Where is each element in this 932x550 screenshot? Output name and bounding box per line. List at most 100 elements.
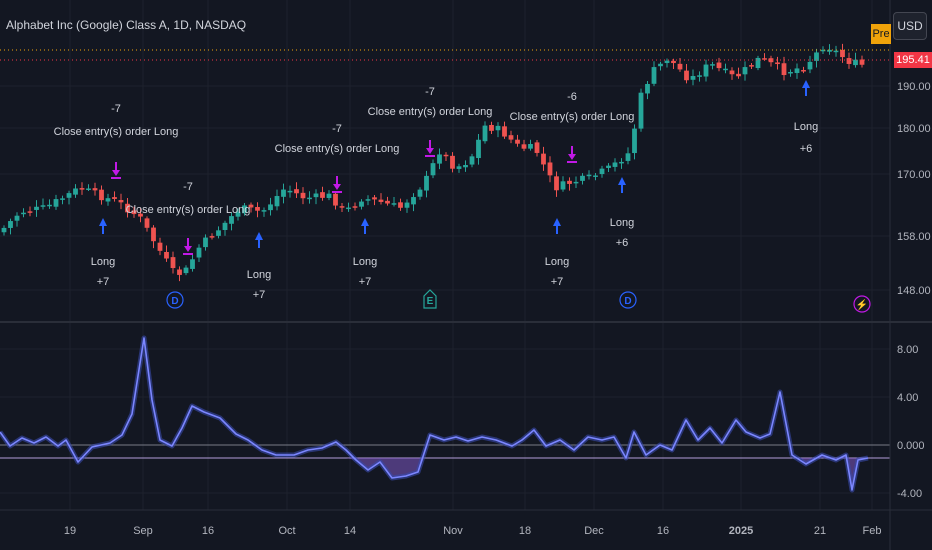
trade-annotations: Long +7 Long +7 Long +7 Long +7 Long +6 Long +6 -7 Cl… <box>54 80 818 301</box>
long-qty-label: +7 <box>359 276 372 288</box>
long-entry-label: Long <box>247 269 271 281</box>
candle-body <box>612 162 618 167</box>
candle-body <box>534 142 540 153</box>
long-qty-label: +7 <box>253 289 266 301</box>
time-axis-label: Nov <box>443 525 463 537</box>
candle-body <box>840 49 845 58</box>
close-qty-label: -7 <box>332 123 342 135</box>
candle-body <box>573 181 579 184</box>
candle-body <box>333 193 338 206</box>
candle-body <box>411 197 416 205</box>
candle-body <box>177 269 182 275</box>
candle-body <box>456 166 462 169</box>
long-entry-label: Long <box>794 121 818 133</box>
candle-body <box>183 267 189 274</box>
candle-body <box>775 62 780 65</box>
candle-body <box>398 202 403 208</box>
last-price-tag: 195.41 <box>894 52 932 68</box>
event-marker-label: D <box>171 296 178 307</box>
candle-body <box>8 221 13 228</box>
candle-body <box>105 198 111 202</box>
event-marker-label: ⚡ <box>856 298 868 311</box>
close-exit-arrow <box>332 176 342 193</box>
candle-body <box>339 206 345 208</box>
symbol-title: Alphabet Inc (Google) Class A, 1D, NASDA… <box>6 18 247 32</box>
candle-body <box>736 73 741 77</box>
candle-body <box>703 64 709 77</box>
long-qty-label: +6 <box>800 143 813 155</box>
candle-body <box>157 242 163 251</box>
time-axis-label: Dec <box>584 525 604 537</box>
candle-body <box>742 67 748 75</box>
candlestick-series <box>1 43 865 282</box>
candle-body <box>170 257 176 269</box>
candle-body <box>112 197 117 199</box>
candle-body <box>638 92 644 129</box>
oscillator-pane <box>0 335 890 493</box>
candle-body <box>118 200 124 203</box>
close-order-label: Close entry(s) order Long <box>54 126 179 138</box>
candle-body <box>164 251 169 259</box>
close-order-label: Close entry(s) order Long <box>510 111 635 123</box>
candle-body <box>430 163 436 176</box>
candle-body <box>1 227 7 233</box>
close-order-label: Close entry(s) order Long <box>126 204 251 216</box>
candle-body <box>599 168 605 175</box>
oscillator-axis-label: -4.00 <box>897 488 922 500</box>
candle-body <box>801 70 806 72</box>
candle-body <box>365 199 371 201</box>
candle-body <box>34 206 39 210</box>
candle-body <box>567 180 572 184</box>
candle-body <box>27 211 33 213</box>
candle-body <box>196 247 202 258</box>
candle-body <box>554 176 559 191</box>
time-axis-label: 21 <box>814 525 826 537</box>
chart-canvas[interactable]: Long +7 Long +7 Long +7 Long +7 Long +6 Long +6 -7 Cl… <box>0 0 932 550</box>
long-entry-arrow <box>99 218 107 234</box>
candle-body <box>476 139 481 159</box>
candle-body <box>482 125 488 142</box>
candle-body <box>216 230 221 236</box>
candle-body <box>508 135 514 140</box>
candle-body <box>671 60 676 64</box>
close-exit-arrow <box>567 146 577 163</box>
close-qty-label: -7 <box>183 181 193 193</box>
long-entry-arrow <box>618 177 626 193</box>
candle-body <box>658 63 663 67</box>
candle-body <box>99 189 104 201</box>
candle-body <box>385 200 390 204</box>
candle-body <box>79 188 85 190</box>
candle-body <box>261 210 267 212</box>
candle-body <box>515 139 520 144</box>
candle-body <box>463 165 468 168</box>
price-axis-label: 158.00 <box>897 231 931 243</box>
currency-button[interactable]: USD <box>893 12 927 40</box>
candle-body <box>378 199 384 202</box>
candle-body <box>606 165 611 168</box>
candle-body <box>47 204 52 207</box>
candle-body <box>723 68 728 71</box>
candle-body <box>489 124 494 131</box>
candle-body <box>229 216 234 224</box>
long-entry-arrow <box>553 218 561 234</box>
candle-body <box>502 126 507 137</box>
oscillator-axis-label: 0.000 <box>897 440 925 452</box>
candle-body <box>781 63 787 76</box>
candle-body <box>755 57 761 69</box>
candle-body <box>684 70 689 81</box>
close-order-label: Close entry(s) order Long <box>368 106 493 118</box>
long-entry-arrow <box>255 232 263 248</box>
close-order-label: Close entry(s) order Long <box>275 143 400 155</box>
time-axis-label: 18 <box>519 525 531 537</box>
candle-body <box>632 128 637 154</box>
candle-body <box>359 201 364 207</box>
candle-body <box>443 154 449 157</box>
close-qty-label: -7 <box>425 86 435 98</box>
candle-body <box>762 58 767 60</box>
oscillator-glow <box>0 335 869 493</box>
candle-body <box>346 207 351 210</box>
candle-body <box>827 49 832 52</box>
candle-body <box>807 61 813 70</box>
candle-body <box>528 144 533 149</box>
candle-body <box>788 71 793 74</box>
